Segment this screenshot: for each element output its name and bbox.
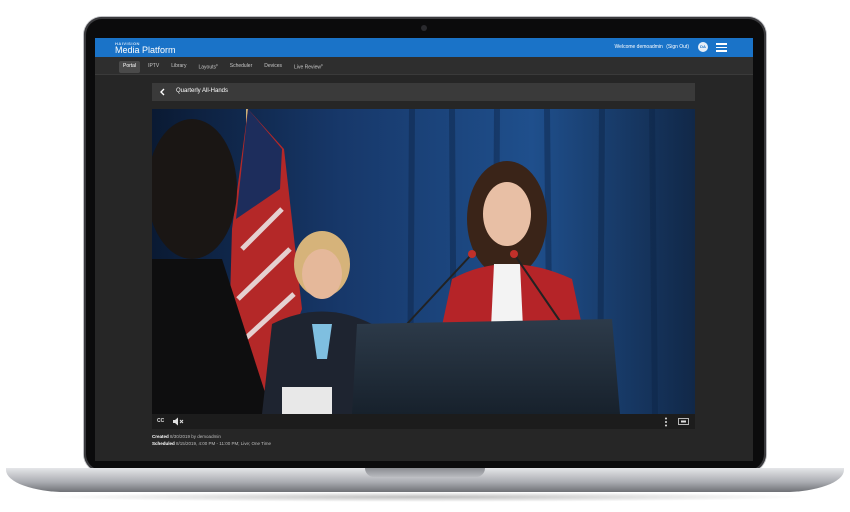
brand-title: Media Platform [115, 45, 176, 55]
video-title-bar: Quarterly All-Hands [152, 83, 695, 101]
main-content: Quarterly All-Hands CC Created 8/30/2019… [95, 75, 753, 461]
welcome-user: Welcome demoadmin [614, 44, 663, 50]
created-label: Created [152, 434, 169, 439]
tab-devices[interactable]: Devices [260, 61, 286, 73]
beta-badge: β [321, 63, 323, 67]
webcam-icon [421, 25, 427, 31]
tab-library[interactable]: Library [167, 61, 190, 73]
fullscreen-icon[interactable] [678, 418, 689, 425]
player-controls: CC [152, 414, 695, 429]
podium [352, 319, 620, 414]
top-bar: HAIVISION Media Platform Welcome demoadm… [95, 38, 753, 57]
sign-out-link[interactable]: (Sign Out) [666, 44, 689, 50]
video-player[interactable] [152, 109, 695, 414]
screen: HAIVISION Media Platform Welcome demoadm… [95, 38, 753, 461]
tab-live-review[interactable]: Live Reviewβ [290, 61, 327, 73]
nav-bar: Portal IPTV Library Layoutsβ Scheduler D… [95, 57, 753, 75]
avatar[interactable]: DA [698, 42, 708, 52]
tab-iptv[interactable]: IPTV [144, 61, 163, 73]
hamburger-menu-icon[interactable] [716, 43, 727, 52]
laptop-notch [365, 468, 485, 477]
back-arrow-icon[interactable] [158, 87, 168, 97]
tab-live-review-label: Live Review [294, 64, 322, 71]
tab-scheduler[interactable]: Scheduler [226, 61, 257, 73]
created-row: Created 8/30/2019 by demoadmin [152, 433, 271, 440]
video-metadata: Created 8/30/2019 by demoadmin Scheduled… [152, 433, 271, 447]
welcome-text: Welcome demoadmin (Sign Out) [615, 44, 689, 50]
beta-badge: β [216, 63, 218, 67]
tab-portal[interactable]: Portal [119, 61, 141, 73]
tab-layouts[interactable]: Layoutsβ [194, 61, 221, 73]
scheduled-value: 8/15/2019, 4:00 PM - 11:00 PM; Live; One… [176, 441, 271, 446]
more-vertical-icon[interactable] [664, 417, 668, 427]
mute-icon[interactable] [172, 417, 184, 426]
tab-layouts-label: Layouts [198, 64, 216, 71]
scheduled-label: Scheduled [152, 441, 175, 446]
closed-captions-button[interactable]: CC [157, 418, 164, 424]
scheduled-row: Scheduled 8/15/2019, 4:00 PM - 11:00 PM;… [152, 440, 271, 447]
laptop-shadow [40, 492, 810, 502]
nav-tabs: Portal IPTV Library Layoutsβ Scheduler D… [119, 61, 327, 73]
video-title: Quarterly All-Hands [176, 88, 229, 94]
created-value: 8/30/2019 by demoadmin [170, 434, 221, 439]
